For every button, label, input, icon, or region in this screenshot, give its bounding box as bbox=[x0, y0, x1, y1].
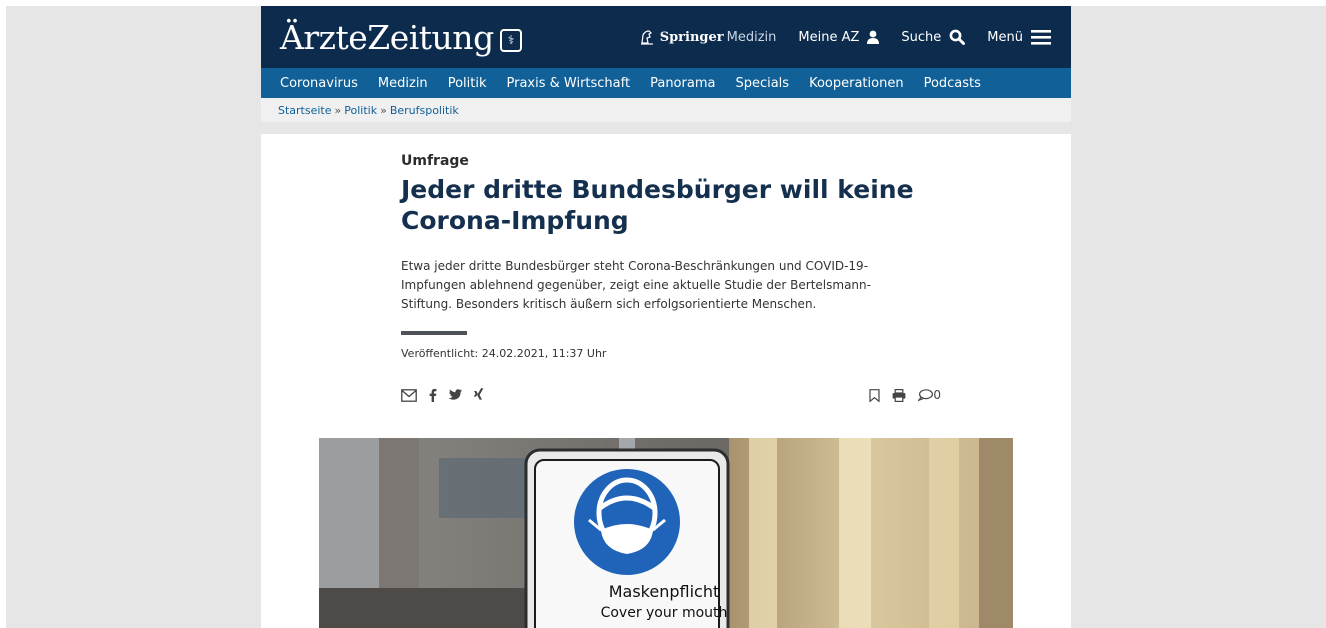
browser-frame-left bbox=[0, 0, 6, 628]
search-icon bbox=[949, 29, 966, 45]
header-actions: Springer Medizin Meine AZ Suche Menü bbox=[639, 6, 1051, 68]
logo-text: ÄrzteZeitung bbox=[280, 17, 494, 57]
xing-icon[interactable] bbox=[473, 388, 484, 402]
comments-button[interactable]: 0 bbox=[918, 388, 941, 402]
article-lead: Etwa jeder dritte Bundesbürger steht Cor… bbox=[401, 259, 871, 311]
meine-az-link[interactable]: Meine AZ bbox=[798, 29, 880, 45]
bookmark-icon[interactable] bbox=[869, 388, 880, 402]
nav-item-coronavirus[interactable]: Coronavirus bbox=[280, 76, 358, 91]
caduceus-icon: ⚕ bbox=[499, 28, 522, 52]
nav-item-panorama[interactable]: Panorama bbox=[650, 76, 715, 91]
comment-count: 0 bbox=[933, 388, 941, 402]
twitter-icon[interactable] bbox=[448, 389, 462, 401]
user-icon bbox=[867, 30, 880, 44]
breadcrumb-separator: » bbox=[380, 103, 387, 117]
page: ÄrzteZeitung ⚕ Springer Medizin Meine AZ bbox=[261, 6, 1071, 628]
breadcrumb-politik[interactable]: Politik bbox=[344, 104, 377, 117]
main-nav: Coronavirus Medizin Politik Praxis & Wir… bbox=[261, 68, 1071, 98]
published-date: Veröffentlicht: 24.02.2021, 11:37 Uhr bbox=[401, 347, 607, 360]
nav-item-politik[interactable]: Politik bbox=[448, 76, 487, 91]
springer-medizin-link[interactable]: Springer Medizin bbox=[639, 29, 777, 45]
nav-item-praxis-wirtschaft[interactable]: Praxis & Wirtschaft bbox=[506, 76, 630, 91]
article-hero-image: Maskenpflicht Cover your mouth bbox=[319, 438, 1013, 628]
meine-az-label: Meine AZ bbox=[798, 29, 860, 45]
menu-label: Menü bbox=[987, 29, 1023, 45]
article-actions: 0 bbox=[857, 388, 941, 402]
share-bar bbox=[401, 388, 495, 402]
nav-item-kooperationen[interactable]: Kooperationen bbox=[809, 76, 904, 91]
lead-divider bbox=[401, 331, 467, 335]
article-headline: Jeder dritte Bundesbürger will keine Cor… bbox=[401, 175, 914, 235]
comment-icon bbox=[918, 389, 934, 401]
breadcrumb-separator: » bbox=[334, 103, 342, 117]
springer-horse-icon bbox=[640, 30, 653, 45]
nav-item-medizin[interactable]: Medizin bbox=[378, 76, 428, 91]
breadcrumb: Startseite » Politik » Berufspolitik bbox=[261, 98, 1071, 122]
springer-label: Springer bbox=[659, 29, 724, 45]
mail-icon[interactable] bbox=[401, 388, 417, 402]
content-divider-band bbox=[261, 122, 1071, 134]
article-kicker: Umfrage bbox=[401, 153, 469, 169]
hamburger-icon bbox=[1031, 30, 1051, 45]
search-link[interactable]: Suche bbox=[901, 29, 966, 45]
suche-label: Suche bbox=[901, 29, 942, 45]
medizin-label: Medizin bbox=[726, 29, 777, 45]
facebook-icon[interactable] bbox=[428, 388, 437, 402]
sign-text-line1: Maskenpflicht bbox=[608, 582, 720, 601]
menu-button[interactable]: Menü bbox=[987, 29, 1051, 45]
site-header: ÄrzteZeitung ⚕ Springer Medizin Meine AZ bbox=[261, 6, 1071, 68]
sign-text-line2: Cover your mouth bbox=[600, 605, 728, 621]
nav-item-podcasts[interactable]: Podcasts bbox=[924, 76, 981, 91]
nav-item-specials[interactable]: Specials bbox=[735, 76, 789, 91]
breadcrumb-berufspolitik[interactable]: Berufspolitik bbox=[390, 104, 459, 117]
print-icon[interactable] bbox=[892, 388, 906, 402]
site-logo[interactable]: ÄrzteZeitung ⚕ bbox=[280, 12, 522, 62]
breadcrumb-startseite[interactable]: Startseite bbox=[278, 104, 332, 117]
